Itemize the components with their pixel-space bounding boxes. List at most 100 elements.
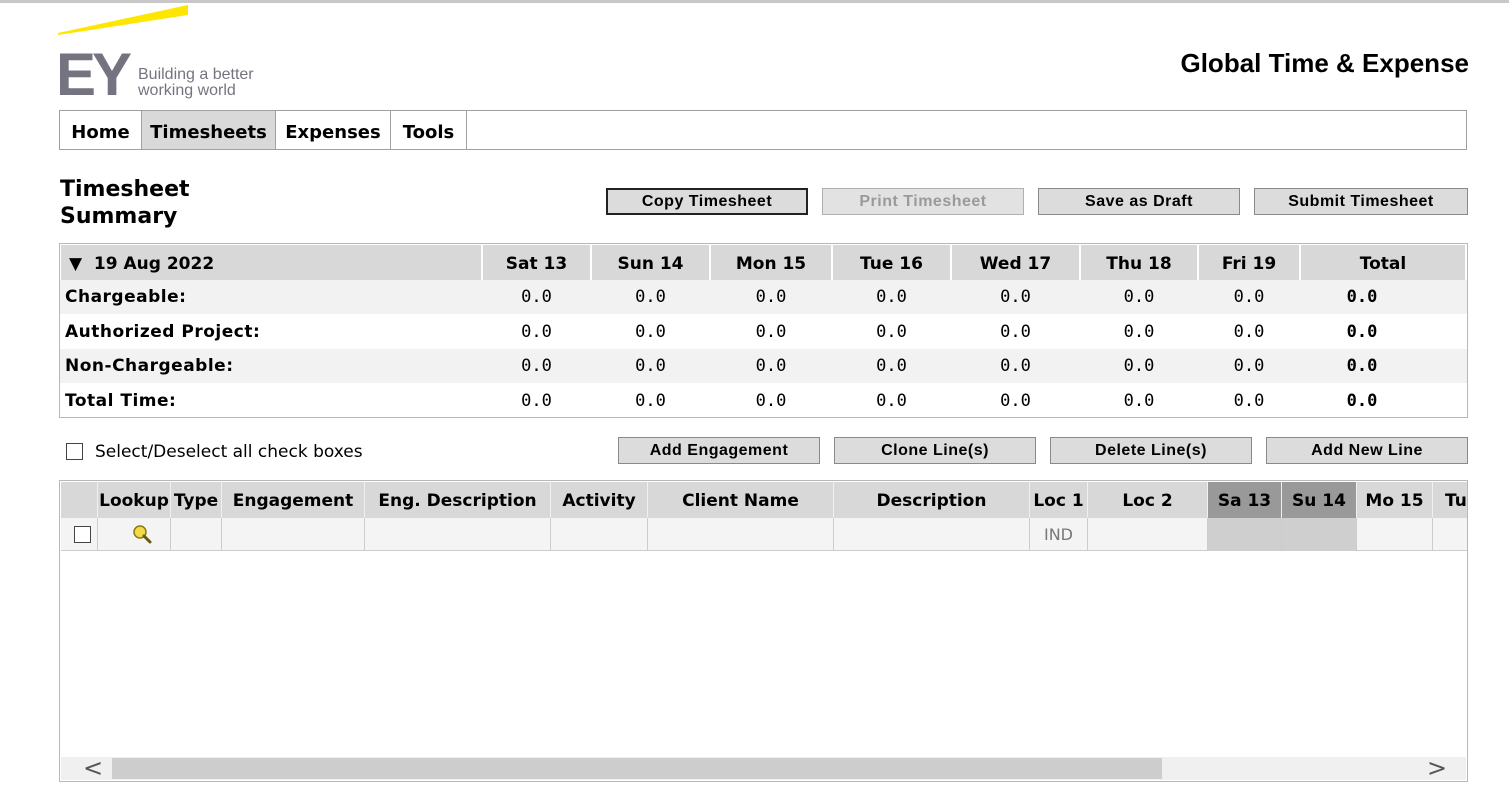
cell-value: 0.0 [755,391,787,411]
type-cell[interactable] [171,518,222,551]
logo-text: EY [58,41,132,99]
cell-value: 0.0 [1233,391,1265,411]
tab-tools[interactable]: Tools [391,111,467,149]
mo15-hours-cell[interactable] [1357,518,1433,551]
save-draft-button[interactable]: Save as Draft [1038,188,1240,215]
cell-value: 0.0 [521,322,552,342]
su14-hours-cell[interactable] [1282,518,1357,551]
loc2-cell[interactable] [1088,518,1208,551]
add-new-line-button[interactable]: Add New Line [1266,437,1468,464]
column-header-mo15: Mo 15 [1357,482,1433,518]
cell-value: 0.0 [635,356,666,376]
cell-value: 0.0 [635,391,666,411]
horizontal-scrollbar[interactable]: < > [61,756,1466,780]
loc1-cell[interactable]: IND [1030,518,1088,551]
day-header: Sun 14 [592,245,709,280]
description-cell[interactable] [834,518,1030,551]
timesheet-grid: Lookup Type Engagement Eng. Description … [59,480,1468,782]
row-total: 0.0 [1346,391,1378,411]
row-label: Non-Chargeable: [65,356,234,376]
tu-hours-cell[interactable] [1433,518,1467,551]
cell-value: 0.0 [755,287,787,307]
cell-value: 0.0 [521,287,552,307]
tab-timesheets[interactable]: Timesheets [142,111,276,149]
collapse-triangle-icon[interactable]: ▼ [69,254,82,274]
select-all-label: Select/Deselect all check boxes [95,442,363,462]
scrollbar-thumb[interactable] [112,758,1162,779]
column-header-lookup: Lookup [98,482,171,518]
column-header-engagement: Engagement [222,482,365,518]
tab-home[interactable]: Home [60,111,142,149]
page-title-line1: Timesheet [60,177,190,202]
page-title-line2: Summary [60,204,178,229]
scroll-right-icon[interactable]: > [1427,756,1447,780]
day-header: Thu 18 [1081,245,1197,280]
activity-cell[interactable] [551,518,648,551]
cell-value: 0.0 [1000,287,1031,307]
cell-value: 0.0 [1233,356,1265,376]
summary-row-chargeable: Chargeable: 0.0 0.0 0.0 0.0 0.0 0.0 0.0 … [60,280,1467,314]
copy-timesheet-button[interactable]: Copy Timesheet [606,188,808,215]
cell-value: 0.0 [1123,391,1155,411]
row-label: Chargeable: [65,287,187,307]
scroll-left-icon[interactable]: < [83,756,103,780]
cell-value: 0.0 [1000,356,1031,376]
column-header-type: Type [171,482,222,518]
row-total: 0.0 [1346,356,1378,376]
cell-value: 0.0 [876,287,907,307]
cell-value: 0.0 [876,391,907,411]
row-total: 0.0 [1346,287,1378,307]
column-header-sa13: Sa 13 [1208,482,1282,518]
submit-timesheet-button[interactable]: Submit Timesheet [1254,188,1468,215]
print-timesheet-button[interactable]: Print Timesheet [822,188,1024,215]
page-title: Timesheet Summary [60,176,190,230]
period-header[interactable]: ▼ 19 Aug 2022 [61,245,481,280]
summary-row-total-time: Total Time: 0.0 0.0 0.0 0.0 0.0 0.0 0.0 … [60,384,1467,418]
sa13-hours-cell[interactable] [1208,518,1282,551]
cell-value: 0.0 [1123,356,1155,376]
row-checkbox-cell [61,518,98,551]
column-header-loc1: Loc 1 [1030,482,1088,518]
cell-value: 0.0 [876,356,907,376]
cell-value: 0.0 [521,356,552,376]
period-label: 19 Aug 2022 [93,254,215,274]
tagline-line2: working world [137,82,236,99]
row-checkbox[interactable] [74,526,91,543]
row-label: Total Time: [65,391,177,411]
engagement-cell[interactable] [222,518,365,551]
select-all-checkbox[interactable] [66,443,83,460]
cell-value: 0.0 [521,391,552,411]
cell-value: 0.0 [1233,322,1265,342]
cell-value: 0.0 [755,322,787,342]
summary-table: ▼ 19 Aug 2022 Sat 13 Sun 14 Mon 15 Tue 1… [59,243,1468,418]
day-header: Wed 17 [952,245,1079,280]
summary-row-authorized-project: Authorized Project: 0.0 0.0 0.0 0.0 0.0 … [60,315,1467,349]
cell-value: 0.0 [1000,322,1031,342]
cell-value: 0.0 [1233,287,1265,307]
column-header-client-name: Client Name [648,482,834,518]
cell-value: 0.0 [635,322,666,342]
main-nav: Home Timesheets Expenses Tools [59,110,1467,150]
cell-value: 0.0 [1123,322,1155,342]
clone-lines-button[interactable]: Clone Line(s) [834,437,1036,464]
column-header-description: Description [834,482,1030,518]
cell-value: 0.0 [876,322,907,342]
lookup-cell [98,518,171,551]
tab-expenses[interactable]: Expenses [276,111,391,149]
tagline-line1: Building a better [138,66,254,83]
row-total: 0.0 [1346,322,1378,342]
cell-value: 0.0 [755,356,787,376]
day-header: Fri 19 [1199,245,1299,280]
column-header-tu: Tu [1433,482,1467,518]
app-title: Global Time & Expense [1180,48,1469,78]
client-name-cell [648,518,834,551]
summary-row-non-chargeable: Non-Chargeable: 0.0 0.0 0.0 0.0 0.0 0.0 … [60,349,1467,383]
cell-value: 0.0 [1123,287,1155,307]
day-header: Mon 15 [711,245,831,280]
cell-value: 0.0 [635,287,666,307]
add-engagement-button[interactable]: Add Engagement [618,437,820,464]
day-header: Tue 16 [833,245,950,280]
magnifier-icon[interactable] [131,523,153,545]
delete-lines-button[interactable]: Delete Line(s) [1050,437,1252,464]
total-header: Total [1301,245,1465,280]
